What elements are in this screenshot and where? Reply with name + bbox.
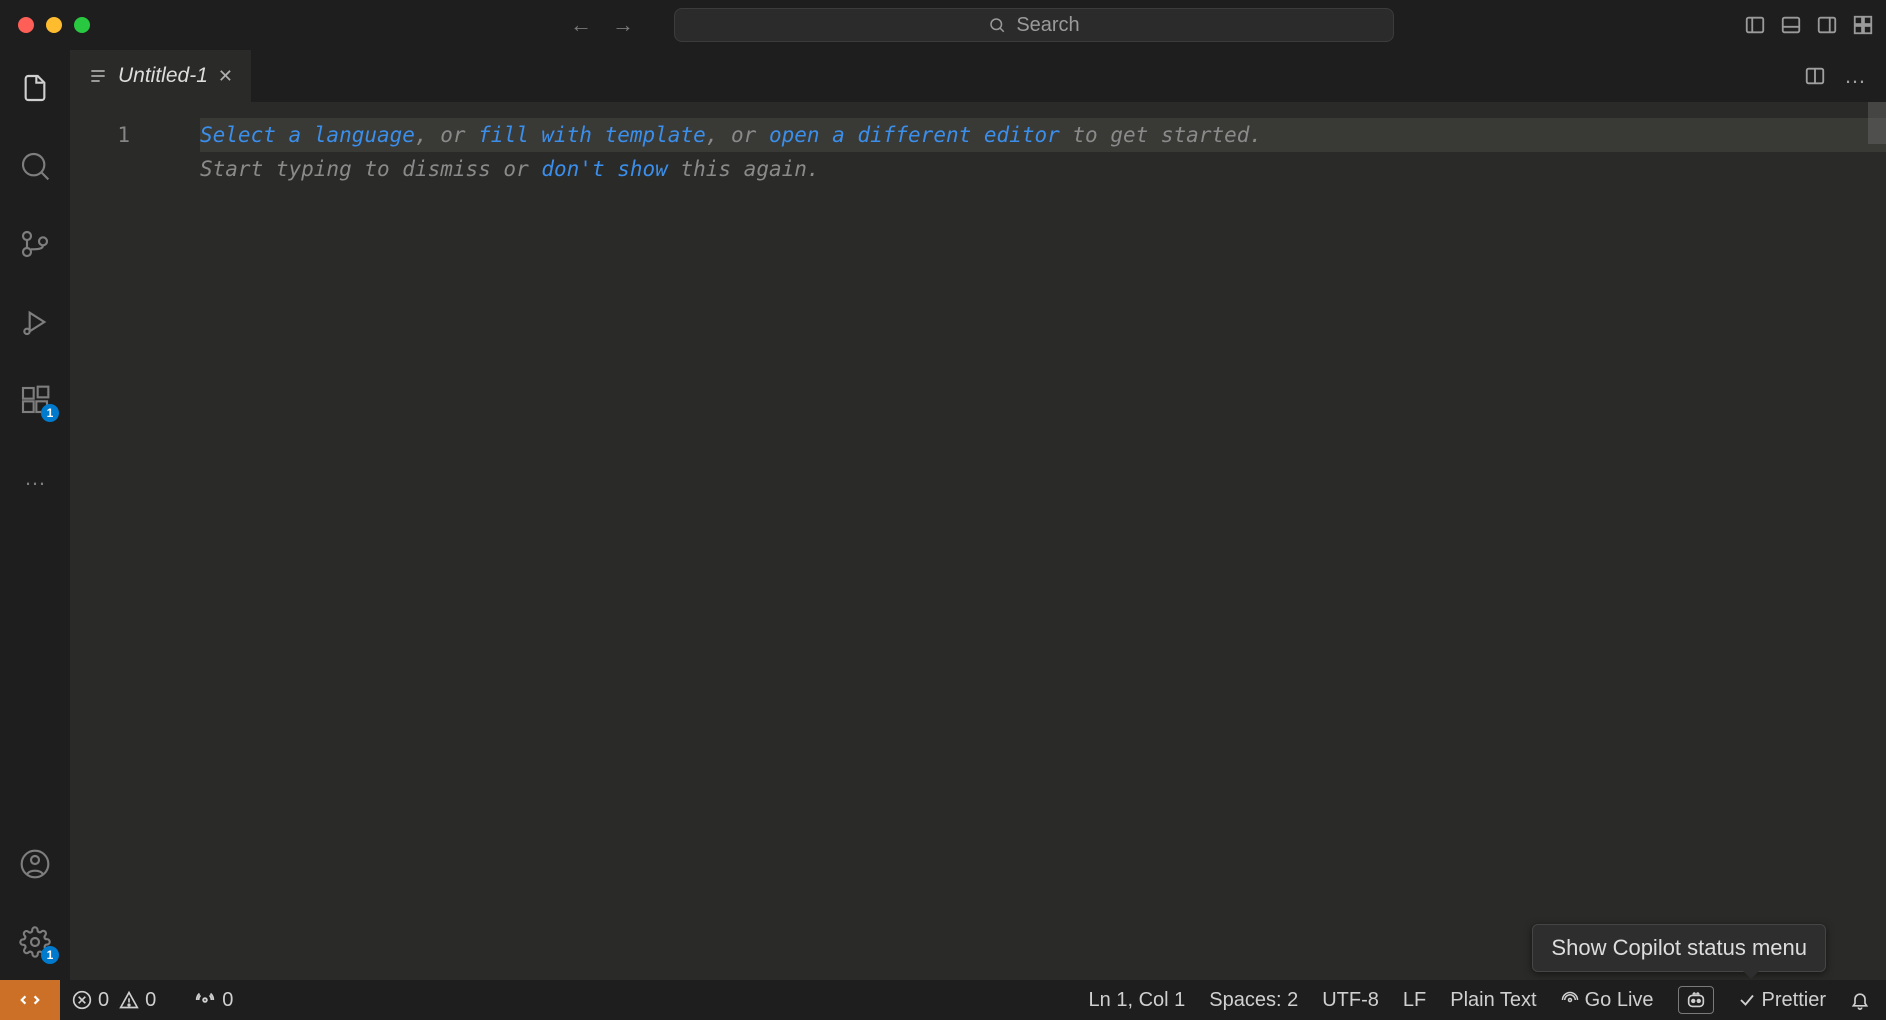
window-controls	[18, 17, 90, 33]
explorer-tab[interactable]	[17, 70, 53, 106]
copilot-icon	[1685, 989, 1707, 1011]
run-debug-tab[interactable]	[17, 304, 53, 340]
panel-bottom-icon[interactable]	[1780, 14, 1802, 36]
settings-button[interactable]: 1	[17, 924, 53, 960]
editor-hint-line2: Start typing to dismiss or don't show th…	[200, 157, 820, 181]
open-editor-link[interactable]: open a different editor	[769, 123, 1060, 147]
prettier-button[interactable]: Prettier	[1738, 989, 1826, 1012]
fill-template-link[interactable]: fill with template	[478, 123, 706, 147]
back-button[interactable]: ←	[570, 12, 592, 38]
code-area[interactable]: Select a language, or fill with template…	[200, 102, 1886, 186]
cursor-position[interactable]: Ln 1, Col 1	[1089, 989, 1186, 1012]
eol-selector[interactable]: LF	[1403, 989, 1426, 1012]
dont-show-link[interactable]: don't show	[541, 157, 667, 181]
titlebar: ← → Search	[0, 0, 1886, 50]
files-icon	[19, 72, 51, 104]
error-icon	[72, 990, 92, 1010]
activity-bar: 1 … 1	[0, 50, 70, 980]
overflow-menu[interactable]: …	[17, 460, 53, 496]
search-icon	[19, 150, 51, 182]
go-live-button[interactable]: Go Live	[1561, 989, 1654, 1012]
check-icon	[1738, 991, 1756, 1009]
language-selector[interactable]: Plain Text	[1450, 989, 1536, 1012]
forward-button[interactable]: →	[612, 12, 634, 38]
editor-hint-line1: Select a language, or fill with template…	[200, 118, 1886, 152]
close-tab-button[interactable]: ✕	[218, 66, 233, 87]
line-number: 1	[70, 118, 130, 152]
extensions-tab[interactable]: 1	[17, 382, 53, 418]
branch-icon	[19, 228, 51, 260]
indent-selector[interactable]: Spaces: 2	[1209, 989, 1298, 1012]
bell-icon[interactable]	[1850, 990, 1870, 1010]
remote-button[interactable]	[0, 980, 60, 1020]
encoding-selector[interactable]: UTF-8	[1322, 989, 1379, 1012]
panel-left-icon[interactable]	[1744, 14, 1766, 36]
layout-icon[interactable]	[1852, 14, 1874, 36]
settings-badge: 1	[41, 946, 59, 964]
warnings-button[interactable]: 0	[119, 989, 156, 1012]
minimize-window-button[interactable]	[46, 17, 62, 33]
remote-icon	[19, 989, 41, 1011]
copilot-status-button[interactable]	[1678, 986, 1714, 1014]
ports-button[interactable]: 0	[194, 989, 233, 1012]
editor[interactable]: 1 Select a language, or fill with templa…	[70, 102, 1886, 980]
tab-bar: Untitled-1 ✕ …	[70, 50, 1886, 102]
person-icon	[19, 848, 51, 880]
search-tab[interactable]	[17, 148, 53, 184]
gutter: 1	[70, 102, 170, 980]
extensions-badge: 1	[41, 404, 59, 422]
warning-icon	[119, 990, 139, 1010]
close-window-button[interactable]	[18, 17, 34, 33]
antenna-icon	[194, 989, 216, 1011]
search-placeholder: Search	[1016, 14, 1079, 37]
tab-label: Untitled-1	[118, 64, 208, 88]
play-bug-icon	[19, 306, 51, 338]
file-tab-untitled[interactable]: Untitled-1 ✕	[70, 50, 251, 102]
scrollbar[interactable]	[1868, 102, 1886, 144]
editor-more-button[interactable]: …	[1844, 63, 1866, 89]
copilot-tooltip: Show Copilot status menu	[1532, 924, 1826, 972]
panel-right-icon[interactable]	[1816, 14, 1838, 36]
status-bar: 0 0 0 Ln 1, Col 1 Spaces: 2 UTF-8 LF Pla…	[0, 980, 1886, 1020]
search-input[interactable]: Search	[674, 8, 1394, 42]
errors-button[interactable]: 0	[72, 989, 109, 1012]
file-icon	[88, 66, 108, 86]
broadcast-icon	[1561, 991, 1579, 1009]
split-editor-icon[interactable]	[1804, 65, 1826, 87]
source-control-tab[interactable]	[17, 226, 53, 262]
history-nav: ← →	[570, 12, 634, 38]
select-language-link[interactable]: Select a language	[200, 123, 415, 147]
search-icon	[988, 16, 1006, 34]
maximize-window-button[interactable]	[74, 17, 90, 33]
accounts-button[interactable]	[17, 846, 53, 882]
